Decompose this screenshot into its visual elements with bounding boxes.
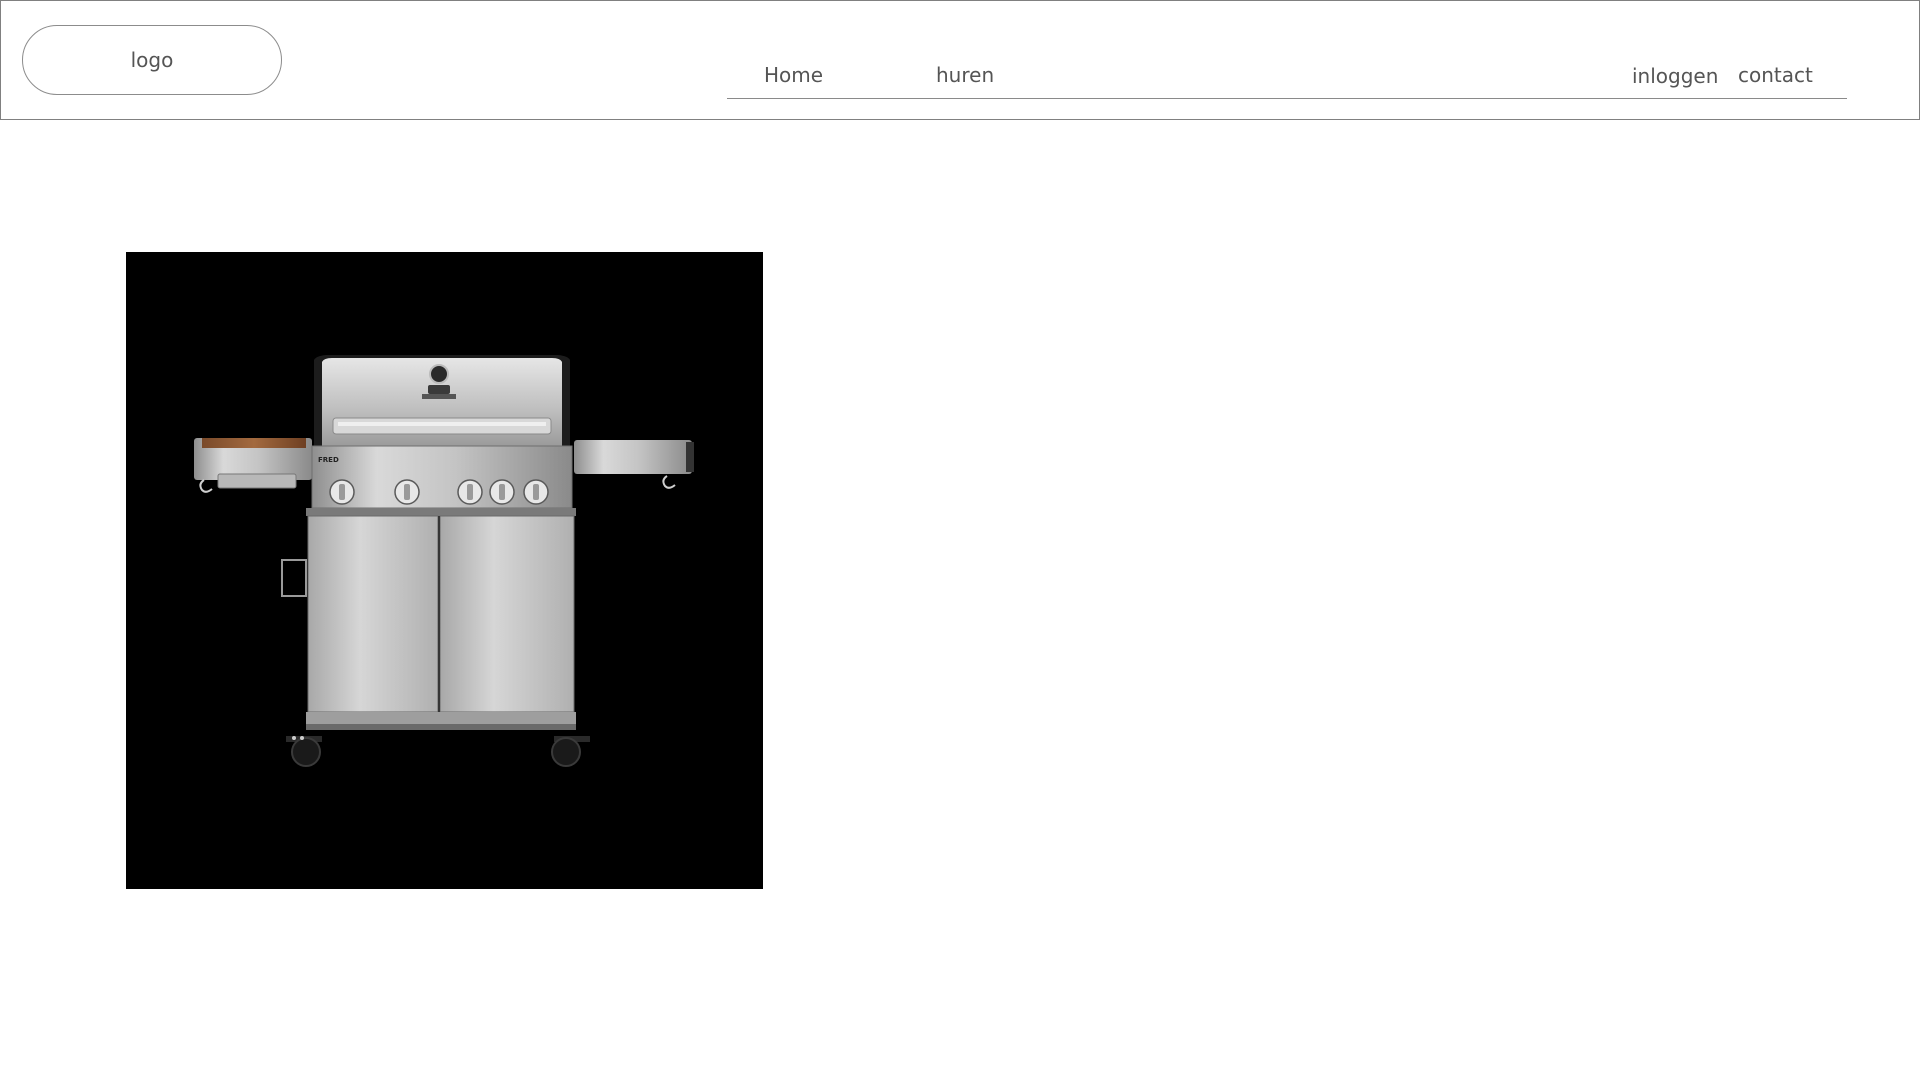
page: logo Home huren inloggen contact FRED: [0, 0, 1920, 1080]
logo[interactable]: logo: [22, 25, 282, 95]
product-image[interactable]: FRED: [126, 252, 763, 889]
nav-link-home[interactable]: Home: [764, 63, 823, 87]
right-side-shelf: [574, 440, 694, 489]
nav-underline: [727, 98, 1847, 99]
nav-link-inloggen[interactable]: inloggen: [1632, 64, 1718, 88]
grill-wheels: [286, 736, 590, 767]
nav-link-contact[interactable]: contact: [1738, 63, 1813, 87]
grill-lid: [314, 355, 570, 447]
svg-text:FRED: FRED: [318, 456, 339, 464]
control-panel: FRED: [311, 445, 573, 509]
left-side-shelf: [194, 438, 312, 597]
barbecue-grill-illustration: FRED: [194, 355, 694, 767]
nav-link-huren[interactable]: huren: [936, 63, 994, 87]
grill-cabinet: [306, 508, 576, 730]
logo-label: logo: [130, 48, 174, 72]
site-header: logo Home huren inloggen contact: [0, 0, 1920, 120]
